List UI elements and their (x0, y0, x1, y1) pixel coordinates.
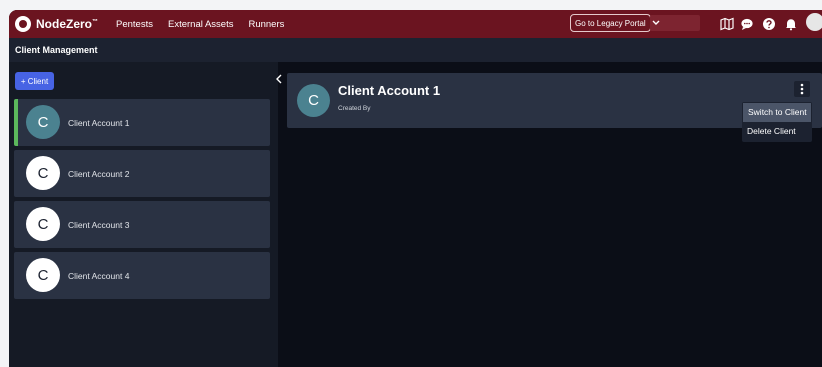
delete-client-menu-item[interactable]: Delete Client (742, 122, 812, 141)
bell-icon[interactable] (784, 17, 798, 31)
main-nav: Pentests External Assets Runners (116, 19, 284, 30)
more-options-icon[interactable] (794, 81, 810, 97)
nav-pentests[interactable]: Pentests (116, 19, 153, 30)
user-avatar[interactable] (806, 13, 822, 31)
page-header: Client Management (9, 38, 822, 62)
client-avatar: C (26, 258, 60, 292)
nodezero-logo[interactable]: NodeZero™ (15, 16, 98, 32)
client-list-panel: + Client C Client Account 1 C Client Acc… (9, 62, 282, 367)
detail-avatar: C (297, 84, 330, 117)
map-icon[interactable] (720, 17, 734, 31)
detail-title: Client Account 1 (338, 83, 441, 98)
brand-trademark: ™ (92, 19, 99, 25)
switch-to-client-menu-item[interactable]: Switch to Client (743, 103, 811, 122)
page-title: Client Management (15, 45, 98, 55)
client-name: Client Account 3 (68, 220, 130, 230)
chat-icon[interactable] (740, 17, 754, 31)
top-navbar: NodeZero™ Pentests External Assets Runne… (9, 10, 822, 38)
client-card-3[interactable]: C Client Account 3 (14, 201, 270, 248)
client-name: Client Account 1 (68, 118, 130, 128)
client-avatar: C (26, 105, 60, 139)
app-window: NodeZero™ Pentests External Assets Runne… (9, 10, 822, 367)
client-card-1[interactable]: C Client Account 1 (14, 99, 270, 146)
client-name: Client Account 4 (68, 271, 130, 281)
add-client-button[interactable]: + Client (15, 72, 54, 90)
help-icon[interactable] (762, 17, 776, 31)
collapse-panel-icon[interactable] (272, 72, 286, 86)
client-actions-menu: Switch to Client Delete Client (742, 102, 812, 142)
nodezero-logo-icon (15, 16, 31, 32)
client-name: Client Account 2 (68, 169, 130, 179)
brand-name: NodeZero (36, 17, 93, 31)
nav-runners[interactable]: Runners (248, 19, 284, 30)
client-avatar: C (26, 156, 60, 190)
nav-external-assets[interactable]: External Assets (168, 19, 233, 30)
client-card-2[interactable]: C Client Account 2 (14, 150, 270, 197)
created-by-label: Created By (338, 105, 371, 112)
chevron-down-icon (652, 20, 660, 25)
legacy-portal-button[interactable]: Go to Legacy Portal (570, 14, 651, 32)
client-card-4[interactable]: C Client Account 4 (14, 252, 270, 299)
client-avatar: C (26, 207, 60, 241)
